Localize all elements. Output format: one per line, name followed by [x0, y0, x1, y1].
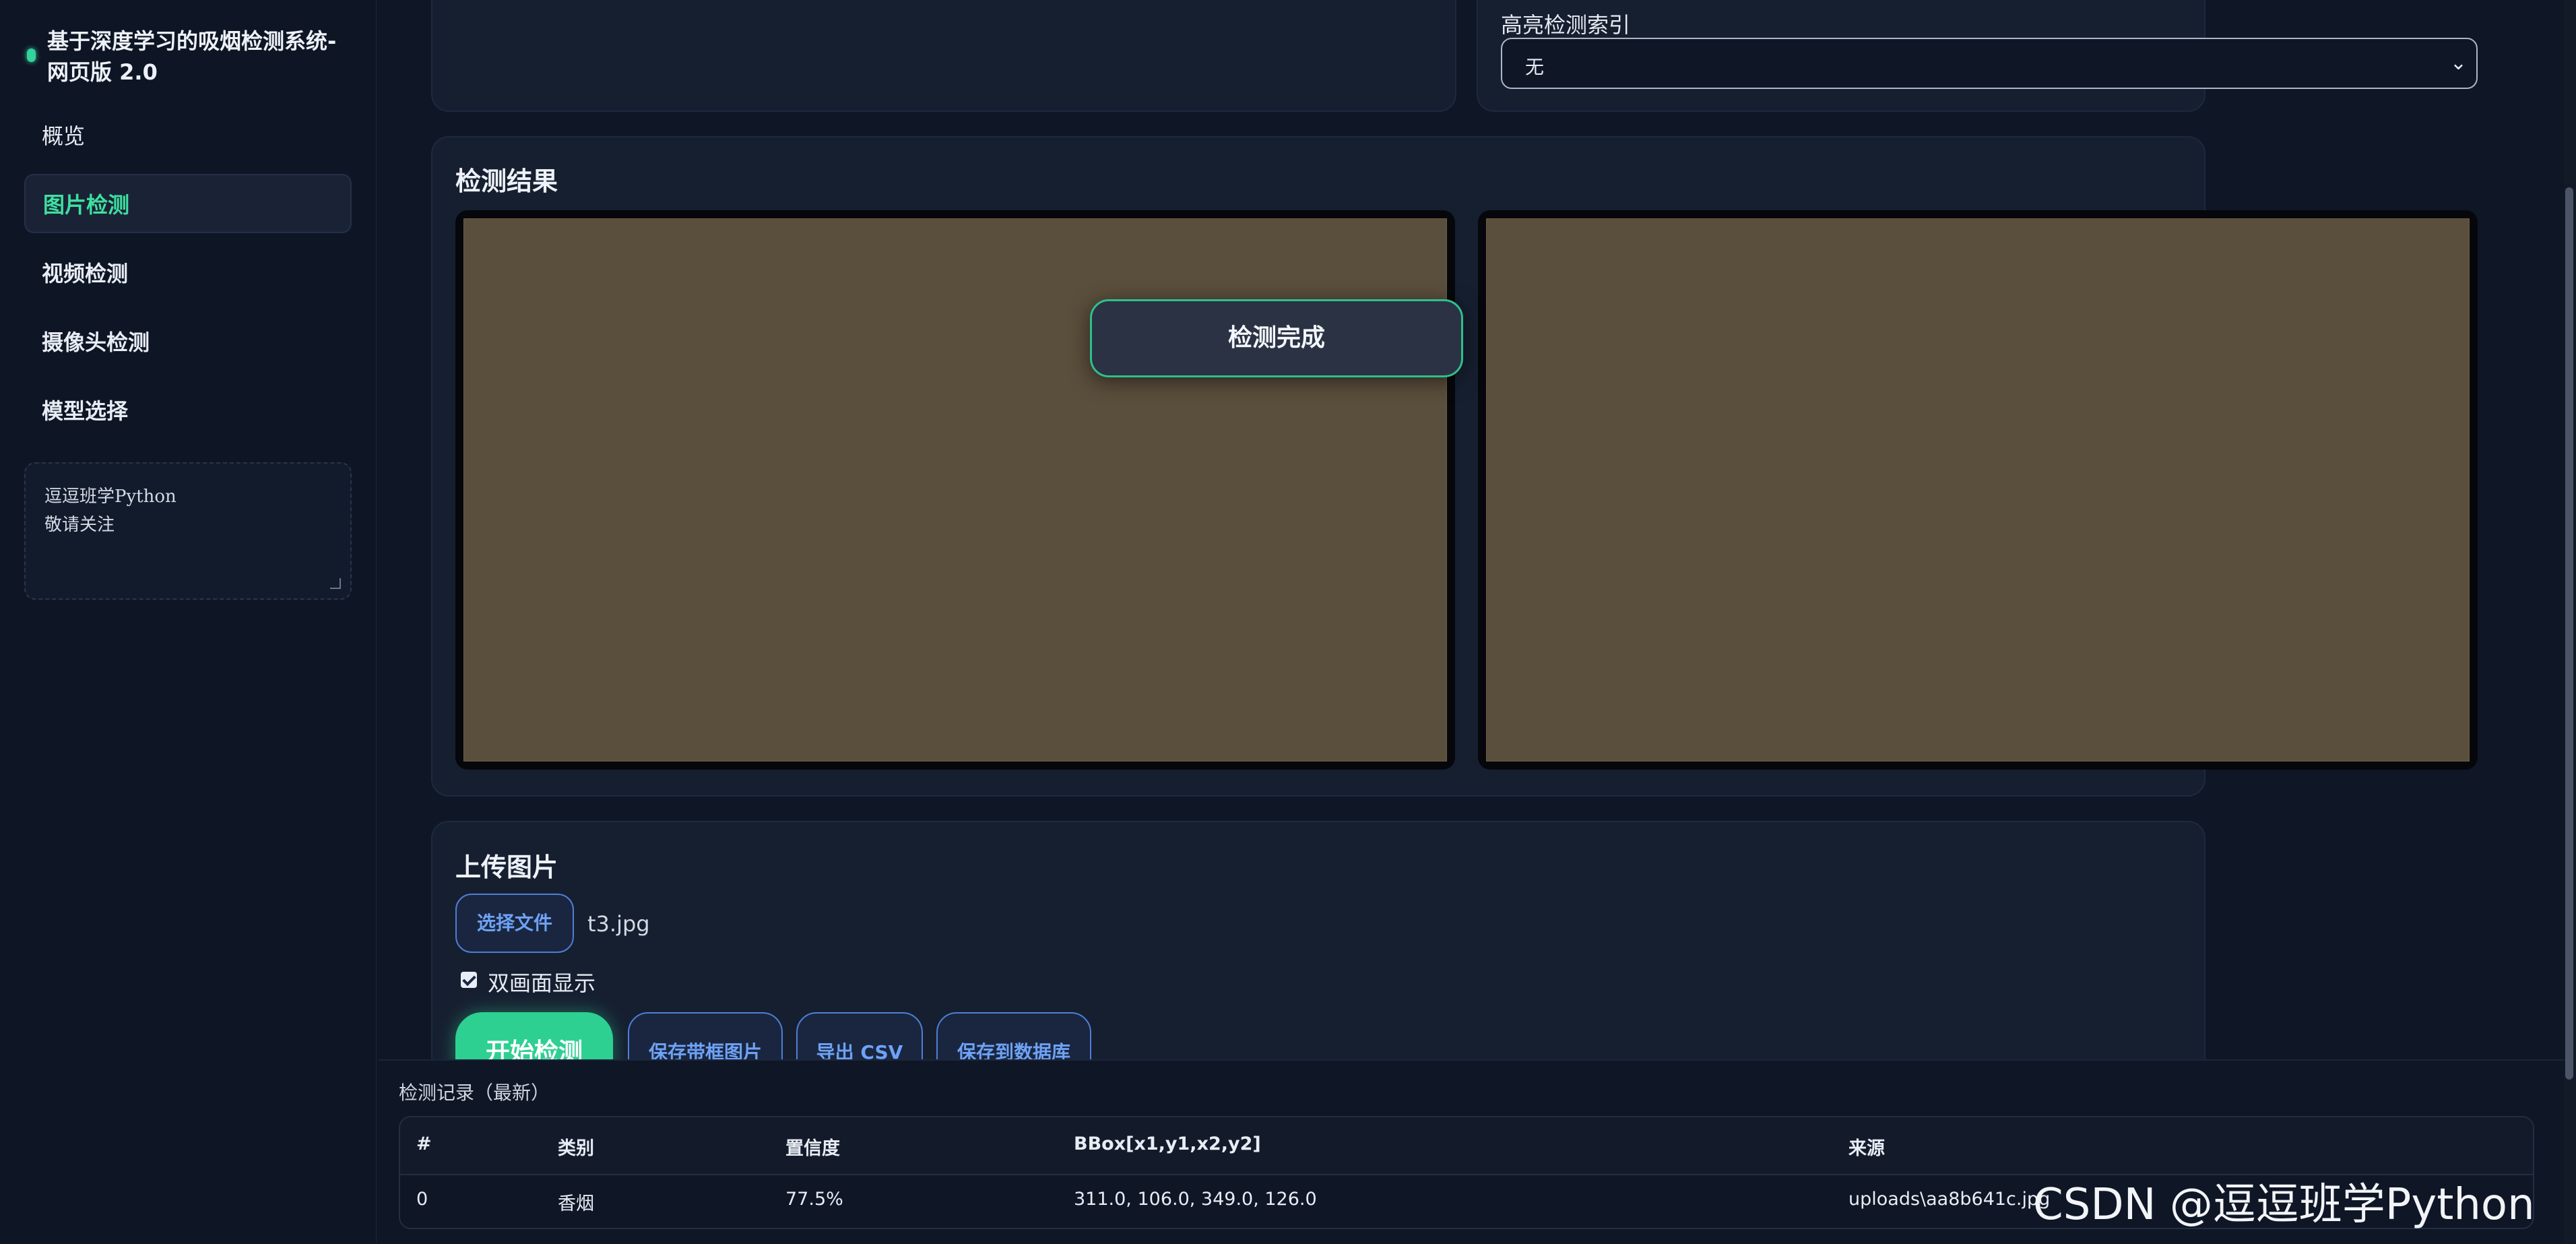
table-cell: 77.5%	[785, 1189, 843, 1210]
note-textarea[interactable]: 逗逗班学Python 敬请关注	[24, 462, 352, 600]
col-index: #	[416, 1133, 432, 1154]
scrollbar-thumb[interactable]	[2565, 187, 2573, 1080]
sidebar: 基于深度学习的吸烟检测系统-网页版 2.0 概览 图片检测 视频检测 摄像头检测…	[0, 0, 377, 1243]
col-confidence: 置信度	[785, 1138, 840, 1159]
detection-complete-toast: 检测完成	[1090, 299, 1463, 377]
results-title: 检测结果	[455, 166, 558, 196]
page-scrollbar[interactable]	[2564, 0, 2576, 1243]
select-value: 无	[1525, 56, 1545, 78]
sidebar-item-overview[interactable]: 概览	[24, 106, 352, 166]
col-bbox: BBox[x1,y1,x2,y2]	[1074, 1133, 1261, 1154]
col-source: 来源	[1848, 1138, 1885, 1159]
records-label: 检测记录（最新）	[399, 1082, 550, 1104]
original-image-frame	[455, 210, 1455, 770]
sidebar-item-camera-detection[interactable]: 摄像头检测	[24, 313, 352, 372]
table-cell: 0	[416, 1189, 428, 1210]
result-image	[1486, 218, 2470, 761]
dual-view-label: 双画面显示	[488, 970, 596, 996]
file-name: t3.jpg	[587, 911, 650, 937]
table-cell: uploads\aa8b641c.jpg	[1848, 1189, 2051, 1210]
choose-file-button[interactable]: 选择文件	[455, 894, 574, 953]
highlight-index-label: 高亮检测索引	[1501, 12, 1631, 38]
sidebar-item-video-detection[interactable]: 视频检测	[24, 244, 352, 303]
table-cell: 311.0, 106.0, 349.0, 126.0	[1074, 1189, 1317, 1210]
table-cell: 香烟	[558, 1193, 594, 1214]
upload-title: 上传图片	[455, 852, 558, 882]
highlight-index-select[interactable]: 无 ⌄	[1501, 38, 2478, 89]
table-header	[400, 1117, 2533, 1175]
sidebar-item-image-detection[interactable]: 图片检测	[24, 174, 352, 233]
watermark: CSDN @逗逗班学Python	[2033, 1180, 2535, 1230]
dual-view-checkbox[interactable]	[461, 972, 477, 988]
note-text: 逗逗班学Python 敬请关注	[44, 487, 176, 535]
top-left-panel	[431, 0, 1456, 112]
result-image-frame	[1478, 210, 2478, 770]
resize-handle-icon[interactable]	[330, 578, 341, 589]
chevron-down-icon: ⌄	[2449, 51, 2467, 75]
status-dot-icon	[27, 49, 36, 62]
app-title: 基于深度学习的吸烟检测系统-网页版 2.0	[47, 28, 337, 85]
col-class: 类别	[558, 1138, 594, 1159]
sidebar-item-model-selection[interactable]: 模型选择	[24, 381, 352, 441]
